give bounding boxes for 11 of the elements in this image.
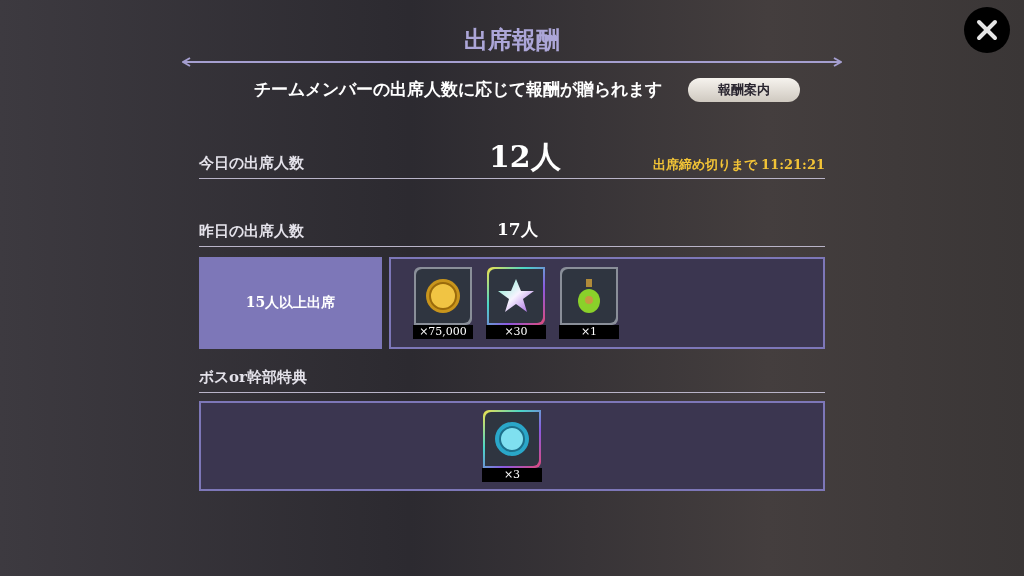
yesterday-label: 昨日の出席人数 [199,221,305,242]
today-count: 12人 [489,138,561,175]
dialog-title: 出席報酬 [464,24,560,56]
tier-label: 15人以上出席 [199,256,382,349]
boss-bonus-label: ボスor幹部特典 [199,367,307,388]
deadline-timer: 出席締め切りまで 11:21:21 [652,156,825,174]
today-label: 今日の出席人数 [199,153,305,174]
yesterday-count: 17人 [497,218,538,241]
close-button[interactable] [964,7,1010,53]
reward-guide-button[interactable]: 報酬案内 [688,77,800,102]
description-text: チームメンバーの出席人数に応じて報酬が贈られます [254,78,662,101]
